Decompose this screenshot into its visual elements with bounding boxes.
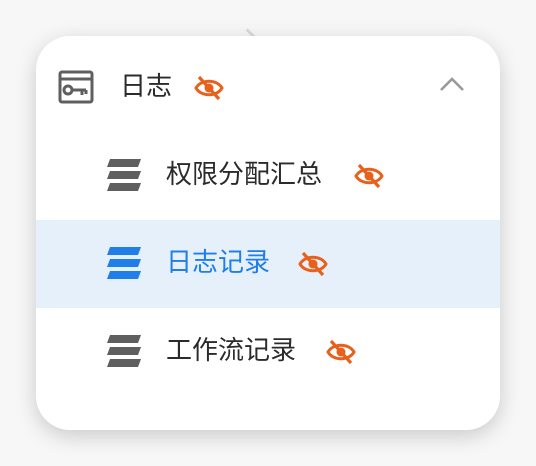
menu-item-workflow-records[interactable]: 工作流记录 <box>36 308 500 396</box>
eye-off-icon[interactable] <box>354 162 384 190</box>
eye-off-icon[interactable] <box>298 250 328 278</box>
screen: 78781 日志 <box>0 0 536 466</box>
menu-group-header[interactable]: 日志 <box>36 44 500 132</box>
stack-icon <box>107 247 141 279</box>
chevron-up-icon[interactable] <box>438 74 466 94</box>
eye-off-icon[interactable] <box>326 338 356 366</box>
log-window-key-icon <box>58 70 94 104</box>
menu-item-label: 权限分配汇总 <box>166 160 323 190</box>
menu-item-permission-summary[interactable]: 权限分配汇总 <box>36 132 500 220</box>
stack-icon <box>107 335 141 367</box>
menu-item-label: 工作流记录 <box>166 336 297 366</box>
menu-item-label: 日志记录 <box>166 248 271 278</box>
menu-item-log-records[interactable]: 日志记录 <box>36 220 500 308</box>
menu-card: 日志 权限分配汇总 日志记录 工作流记录 <box>36 36 500 430</box>
eye-off-icon[interactable] <box>194 74 224 102</box>
menu-group-label: 日志 <box>120 72 173 102</box>
stack-icon <box>107 159 141 191</box>
